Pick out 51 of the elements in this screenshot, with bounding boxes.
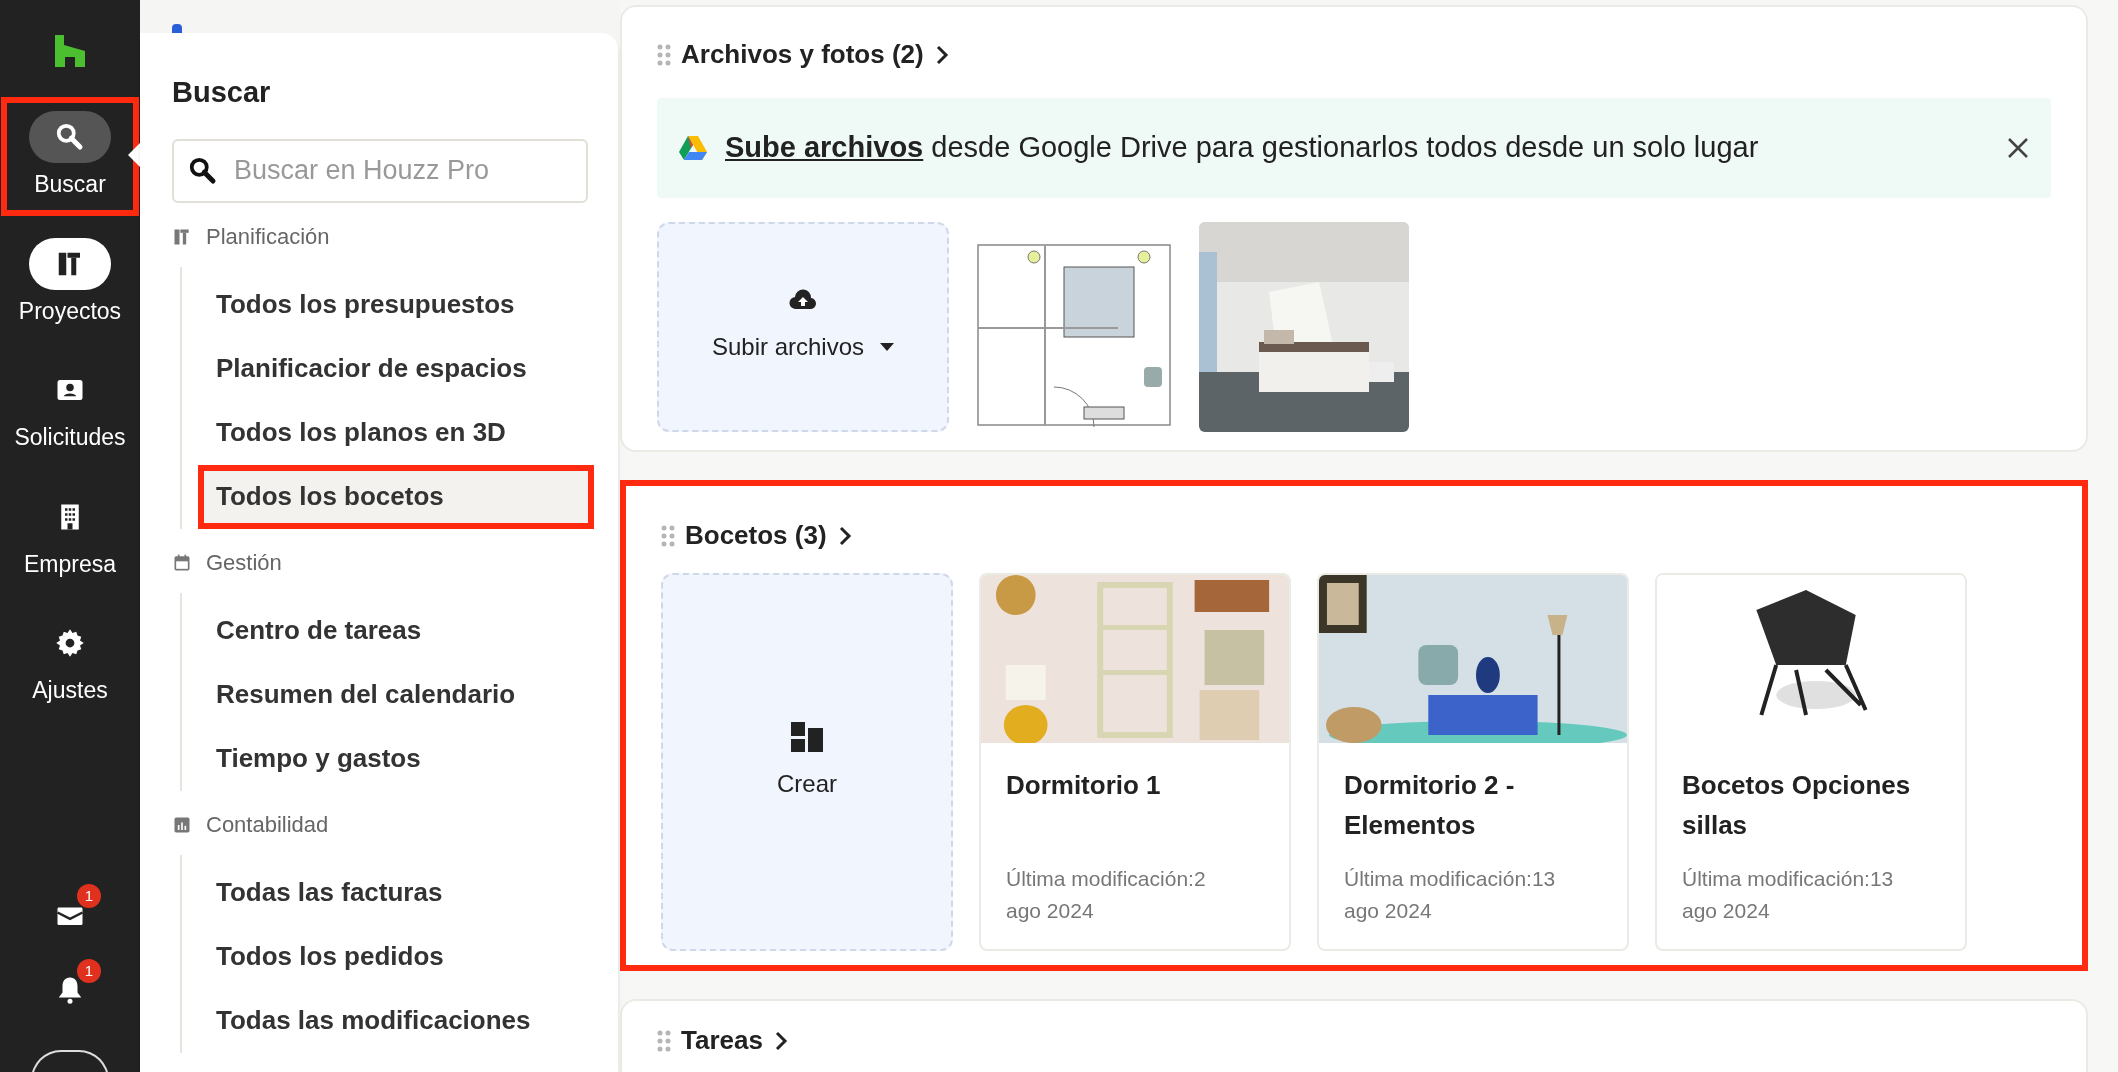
section-heading: Gestión — [206, 549, 282, 577]
last-modified-date: Última modificación:2 ago 2024 — [1006, 866, 1207, 924]
last-modified-date: Última modificación:13 ago 2024 — [1682, 866, 1895, 924]
calendar-icon — [172, 552, 192, 573]
sidebar-item[interactable]: Solicitudes — [1, 350, 139, 469]
sidebar-item[interactable]: Empresa — [1, 476, 139, 595]
drive-logo-icon — [679, 135, 707, 161]
cloud-upload-icon — [789, 289, 817, 311]
create-tile[interactable]: Crear — [661, 573, 953, 951]
search-field[interactable]: Buscar en Houzz Pro — [172, 138, 588, 203]
drag-handle-icon[interactable] — [661, 524, 675, 547]
board-title: Bocetos Opciones sillas — [1682, 769, 1912, 842]
menu-item[interactable]: Todos los bocetos — [198, 464, 594, 529]
caret-down-icon — [880, 343, 895, 351]
board-title: Dormitorio 1 — [1006, 769, 1162, 802]
drag-handle-icon[interactable] — [657, 1029, 671, 1052]
upload-link[interactable]: Sube archivos — [725, 131, 924, 164]
section-heading: Planificación — [206, 223, 330, 251]
upload-tile[interactable]: Subir archivos — [657, 222, 949, 432]
menu-item[interactable]: Todos los planos en 3D — [198, 400, 594, 465]
search-icon — [188, 155, 218, 186]
menu-item[interactable]: Todas las facturas — [198, 860, 594, 925]
board-card[interactable]: Dormitorio 2 - Elementos Última modificación:13 ago 2024 — [1317, 573, 1629, 951]
menu-item[interactable]: Centro de tareas — [198, 598, 594, 663]
panel-title: Buscar — [172, 75, 272, 110]
menu-item[interactable]: Todos los pedidos — [198, 924, 594, 989]
board-layout-icon — [791, 722, 823, 752]
section-title: Archivos y fotos (2) — [681, 38, 924, 71]
menu-item[interactable]: Planificacior de espacios — [198, 336, 594, 401]
menu-item[interactable]: Resumen del calendario — [198, 662, 594, 727]
menu-item[interactable]: Todas las modificaciones — [198, 988, 594, 1053]
avatar[interactable] — [31, 1050, 109, 1072]
board-card[interactable]: Bocetos Opciones sillas Última modificación:13 ago 2024 — [1655, 573, 1967, 951]
last-modified-date: Última modificación:13 ago 2024 — [1344, 866, 1557, 924]
board-title: Dormitorio 2 - Elementos — [1344, 769, 1516, 842]
banner-text: desde Google Drive para gestionarlos todos desde un solo lugar — [931, 131, 1759, 164]
menu-item[interactable]: Todos los presupuestos — [198, 272, 594, 337]
board-card[interactable]: Dormitorio 1 Última modificación:2 ago 2024 — [979, 573, 1291, 951]
section-heading: Contabilidad — [206, 811, 329, 839]
notification-badge: 1 — [77, 884, 101, 908]
section-title: Tareas — [681, 1024, 763, 1057]
section-title: Bocetos (3) — [685, 519, 827, 552]
notification-badge: 1 — [77, 959, 101, 983]
menu-item[interactable]: Tiempo y gastos — [198, 726, 594, 791]
sidebar-item[interactable]: Ajustes — [1, 603, 139, 722]
settings-icon — [55, 628, 85, 658]
drag-handle-icon[interactable] — [657, 43, 671, 66]
close-icon[interactable] — [2007, 137, 2029, 159]
logo-icon[interactable] — [55, 35, 85, 67]
sidebar-item[interactable]: Proyectos — [1, 223, 139, 342]
search-icon — [55, 122, 85, 152]
